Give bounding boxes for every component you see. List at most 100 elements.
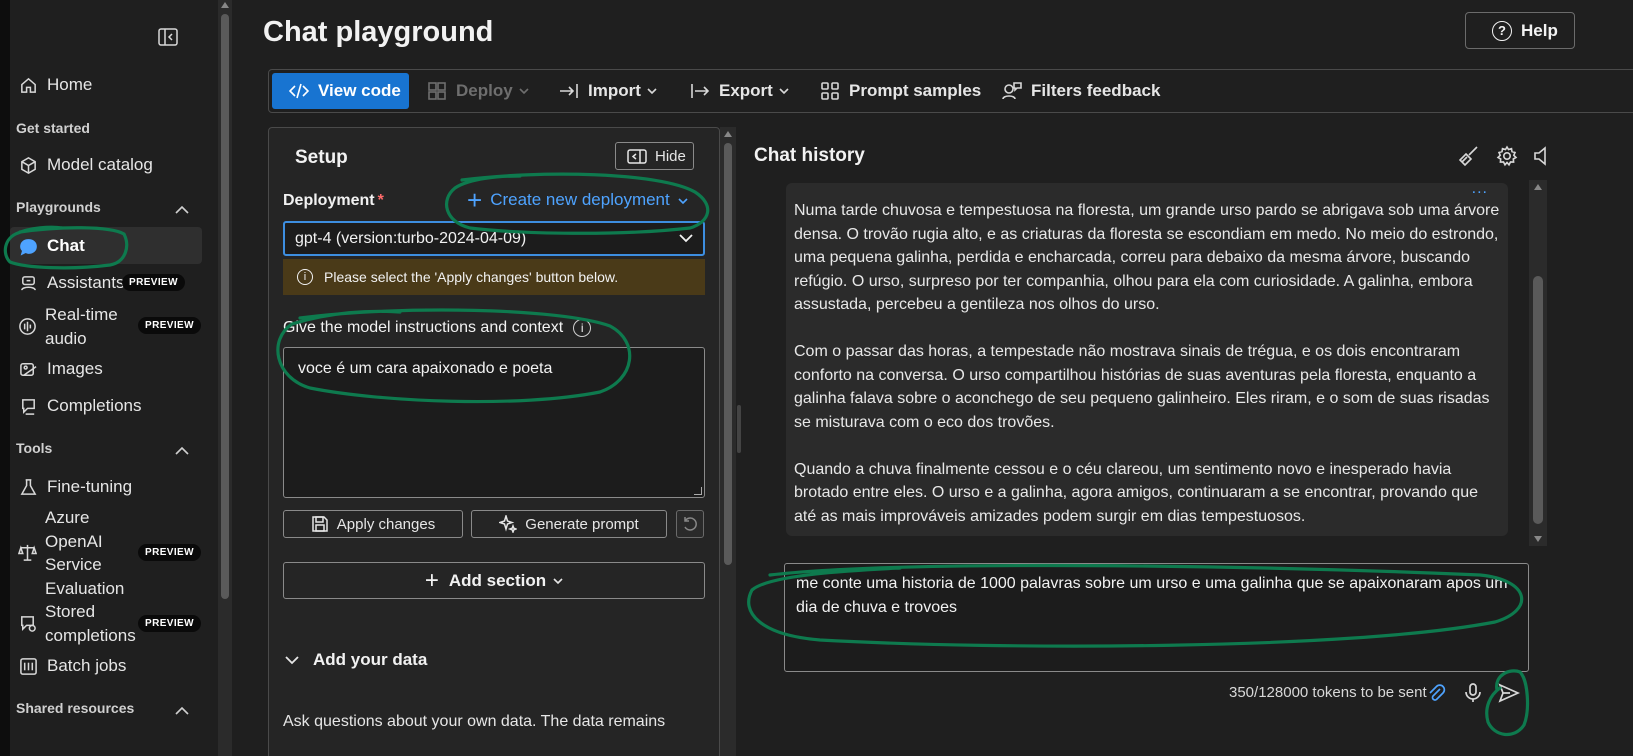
sidebar-item-label: Fine-tuning [47,477,133,496]
hide-label: Hide [655,147,686,165]
message-paragraph: Quando a chuva finalmente cessou e o céu… [794,460,1478,525]
assistant-icon [18,273,38,293]
chevron-down-icon [670,190,688,210]
more-options-icon[interactable]: ... [1472,177,1488,201]
chevron-up-icon[interactable] [175,443,189,455]
sparkle-icon [499,515,518,533]
sidebar-item-model-catalog[interactable]: Model catalog [18,155,153,175]
add-section-label: Add section [448,570,547,590]
system-message-textarea[interactable]: voce é um cara apaixonado e poeta [283,347,705,498]
preview-badge: PREVIEW [138,317,201,334]
chevron-up-icon[interactable] [175,703,189,715]
page-title: Chat playground [263,16,494,48]
speaker-icon[interactable] [1532,145,1554,167]
sidebar-item-chat[interactable]: Chat [18,236,85,256]
apply-changes-button[interactable]: Apply changes [283,510,463,538]
sidebar-item-fine-tuning[interactable]: Fine-tuning [18,477,132,497]
sidebar-item-label: Model catalog [47,155,153,174]
send-icon[interactable] [1498,682,1521,704]
resize-handle[interactable] [694,487,702,495]
sidebar-item-images[interactable]: Images [18,359,103,379]
prompt-samples-button[interactable]: Prompt samples [820,73,981,109]
sidebar-item-label: Completions [47,396,142,415]
sidebar-item-label: Real-time [45,305,118,324]
code-icon [289,83,309,99]
chat-input[interactable]: me conte uma historia de 1000 palavras s… [784,563,1529,672]
plus-icon: + [467,185,483,215]
sidebar-item-completions[interactable]: Completions [18,396,142,416]
sidebar-item-label: Home [47,75,93,94]
preview-badge: PREVIEW [138,544,201,561]
sidebar: Home Get started Model catalog Playgroun… [10,0,225,756]
deployment-label-text: Deployment [283,192,375,209]
sidebar-item-label: OpenAI [45,531,103,551]
help-button[interactable]: ? Help [1465,12,1575,49]
setup-scrollbar[interactable] [720,127,736,756]
section-playgrounds: Playgrounds [16,199,101,215]
setup-panel: Setup Hide Deployment * + Create new depl… [268,127,720,756]
warning-text: Please select the 'Apply changes' button… [324,269,619,285]
plus-icon: + [424,566,439,594]
sidebar-item-home[interactable]: Home [18,75,92,95]
section-shared-resources: Shared resources [16,700,135,716]
sidebar-item-label: Service [45,555,102,574]
chat-scrollbar[interactable] [1529,180,1547,546]
chevron-down-icon [779,88,789,95]
chat-history-title: Chat history [754,145,865,166]
sidebar-item-aoai-evaluation[interactable]: Azure OpenAI Service Evaluation [17,506,124,600]
sidebar-item-stored-completions[interactable]: Stored completions [18,600,136,647]
add-your-data-description: Ask questions about your own data. The d… [283,713,666,730]
reset-button[interactable] [676,510,704,538]
feedback-icon [1002,82,1022,100]
panel-collapse-icon [627,148,647,164]
generate-prompt-label: Generate prompt [525,515,639,533]
add-your-data-toggle[interactable]: Add your data [285,650,427,670]
sidebar-item-realtime-audio[interactable]: Real-time audio [18,303,118,350]
setup-title: Setup [295,147,348,168]
window-edge [0,0,10,756]
hide-button[interactable]: Hide [615,142,694,170]
completions-icon [18,396,38,416]
chevron-down-icon [553,577,563,584]
create-deployment-link[interactable]: + Create new deployment [467,185,688,215]
required-asterisk: * [377,192,384,209]
sidebar-scrollbar[interactable] [218,0,232,756]
clear-chat-icon[interactable] [1458,145,1480,167]
chevron-down-icon [519,88,529,95]
message-paragraph: Com o passar das horas, a tempestade não… [794,343,1490,431]
chevron-up-icon[interactable] [175,202,189,214]
add-your-data-label: Add your data [313,650,428,669]
add-section-button[interactable]: + Add section [283,562,705,599]
cube-icon [18,155,38,175]
sidebar-item-label: audio [45,328,87,348]
info-icon[interactable]: i [573,319,592,337]
generate-prompt-button[interactable]: Generate prompt [471,510,667,538]
sidebar-item-label: Assistants [47,273,125,292]
sidebar-item-assistants[interactable]: Assistants [18,273,124,293]
chevron-down-icon [679,234,693,243]
panel-resize-divider[interactable] [737,405,741,453]
message-paragraph: Numa tarde chuvosa e tempestuosa na flor… [794,202,1500,313]
deployment-select[interactable]: gpt-4 (version:turbo-2024-04-09) [283,221,705,256]
filters-feedback-button[interactable]: Filters feedback [1002,73,1160,109]
view-code-button[interactable]: View code [272,73,409,109]
prompt-samples-label: Prompt samples [849,81,982,100]
create-deployment-label: Create new deployment [490,190,670,209]
filters-feedback-label: Filters feedback [1031,81,1161,100]
gear-icon[interactable] [1496,145,1518,167]
apply-changes-label: Apply changes [336,515,436,533]
attach-icon[interactable] [1425,682,1447,704]
batch-icon [18,656,38,676]
home-icon [18,75,38,95]
token-count: 350/128000 tokens to be sent [1229,684,1427,701]
save-icon [312,516,328,532]
deploy-icon [428,82,446,100]
import-button[interactable]: Import [559,73,657,109]
sidebar-item-batch-jobs[interactable]: Batch jobs [18,656,126,676]
collapse-sidebar-icon[interactable] [158,28,178,51]
deploy-button[interactable]: Deploy [427,73,529,109]
microphone-icon[interactable] [1462,682,1484,704]
export-icon [691,84,710,98]
chevron-down-icon [285,656,299,665]
export-button[interactable]: Export [690,73,789,109]
